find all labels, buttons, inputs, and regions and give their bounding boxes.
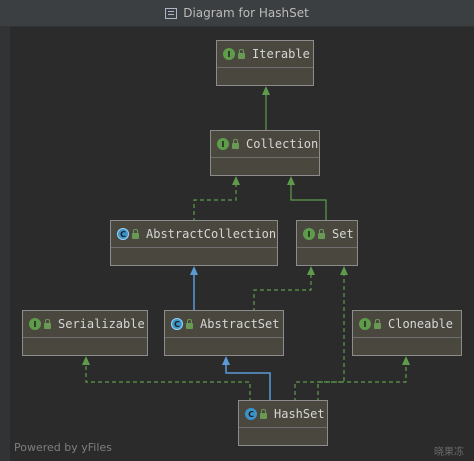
node-label: Collection [246, 137, 319, 151]
edge-set-collection [290, 182, 327, 222]
arrowhead [82, 356, 90, 365]
class-icon: C [245, 408, 257, 420]
node-hashset[interactable]: C HashSet [238, 400, 328, 446]
lock-icon [374, 318, 381, 329]
node-label: AbstractSet [200, 317, 280, 331]
edge-abstractcollection-collection [193, 182, 237, 222]
interface-icon: I [29, 318, 41, 330]
interface-icon: I [359, 318, 371, 330]
arrowhead [287, 176, 295, 185]
arrowhead [232, 176, 240, 185]
arrowhead [402, 356, 410, 365]
node-cloneable[interactable]: I Cloneable [352, 310, 462, 356]
lock-icon [260, 408, 267, 419]
interface-icon: I [223, 48, 235, 60]
node-label: AbstractCollection [146, 227, 277, 241]
interface-icon: I [217, 138, 229, 150]
lock-icon [44, 318, 51, 329]
arrowhead [340, 266, 348, 275]
interface-icon: I [303, 228, 315, 240]
node-set[interactable]: I Set [296, 220, 358, 266]
powered-by-label: Powered by yFiles [14, 441, 112, 454]
node-serializable[interactable]: I Serializable [22, 310, 148, 356]
node-label: Cloneable [388, 317, 454, 331]
lock-icon [232, 138, 239, 149]
lock-icon [318, 228, 325, 239]
arrowhead [190, 266, 198, 275]
node-label: Set [332, 227, 354, 241]
edge-abstractset-set [253, 272, 312, 312]
lock-icon [238, 48, 245, 59]
node-collection[interactable]: I Collection [210, 130, 320, 176]
arrowhead [262, 86, 270, 95]
node-label: Serializable [58, 317, 145, 331]
abstract-class-icon: C [117, 228, 129, 240]
node-label: Iterable [252, 47, 310, 61]
lock-icon [132, 228, 139, 239]
lock-icon [186, 318, 193, 329]
arrowhead [307, 266, 315, 275]
node-label: HashSet [274, 407, 325, 421]
watermark: 晓果冻 [434, 447, 464, 458]
node-abstract-set[interactable]: C AbstractSet [164, 310, 284, 356]
node-iterable[interactable]: I Iterable [216, 40, 314, 86]
node-abstract-collection[interactable]: C AbstractCollection [110, 220, 278, 266]
abstract-class-icon: C [171, 318, 183, 330]
arrowhead [222, 356, 230, 365]
